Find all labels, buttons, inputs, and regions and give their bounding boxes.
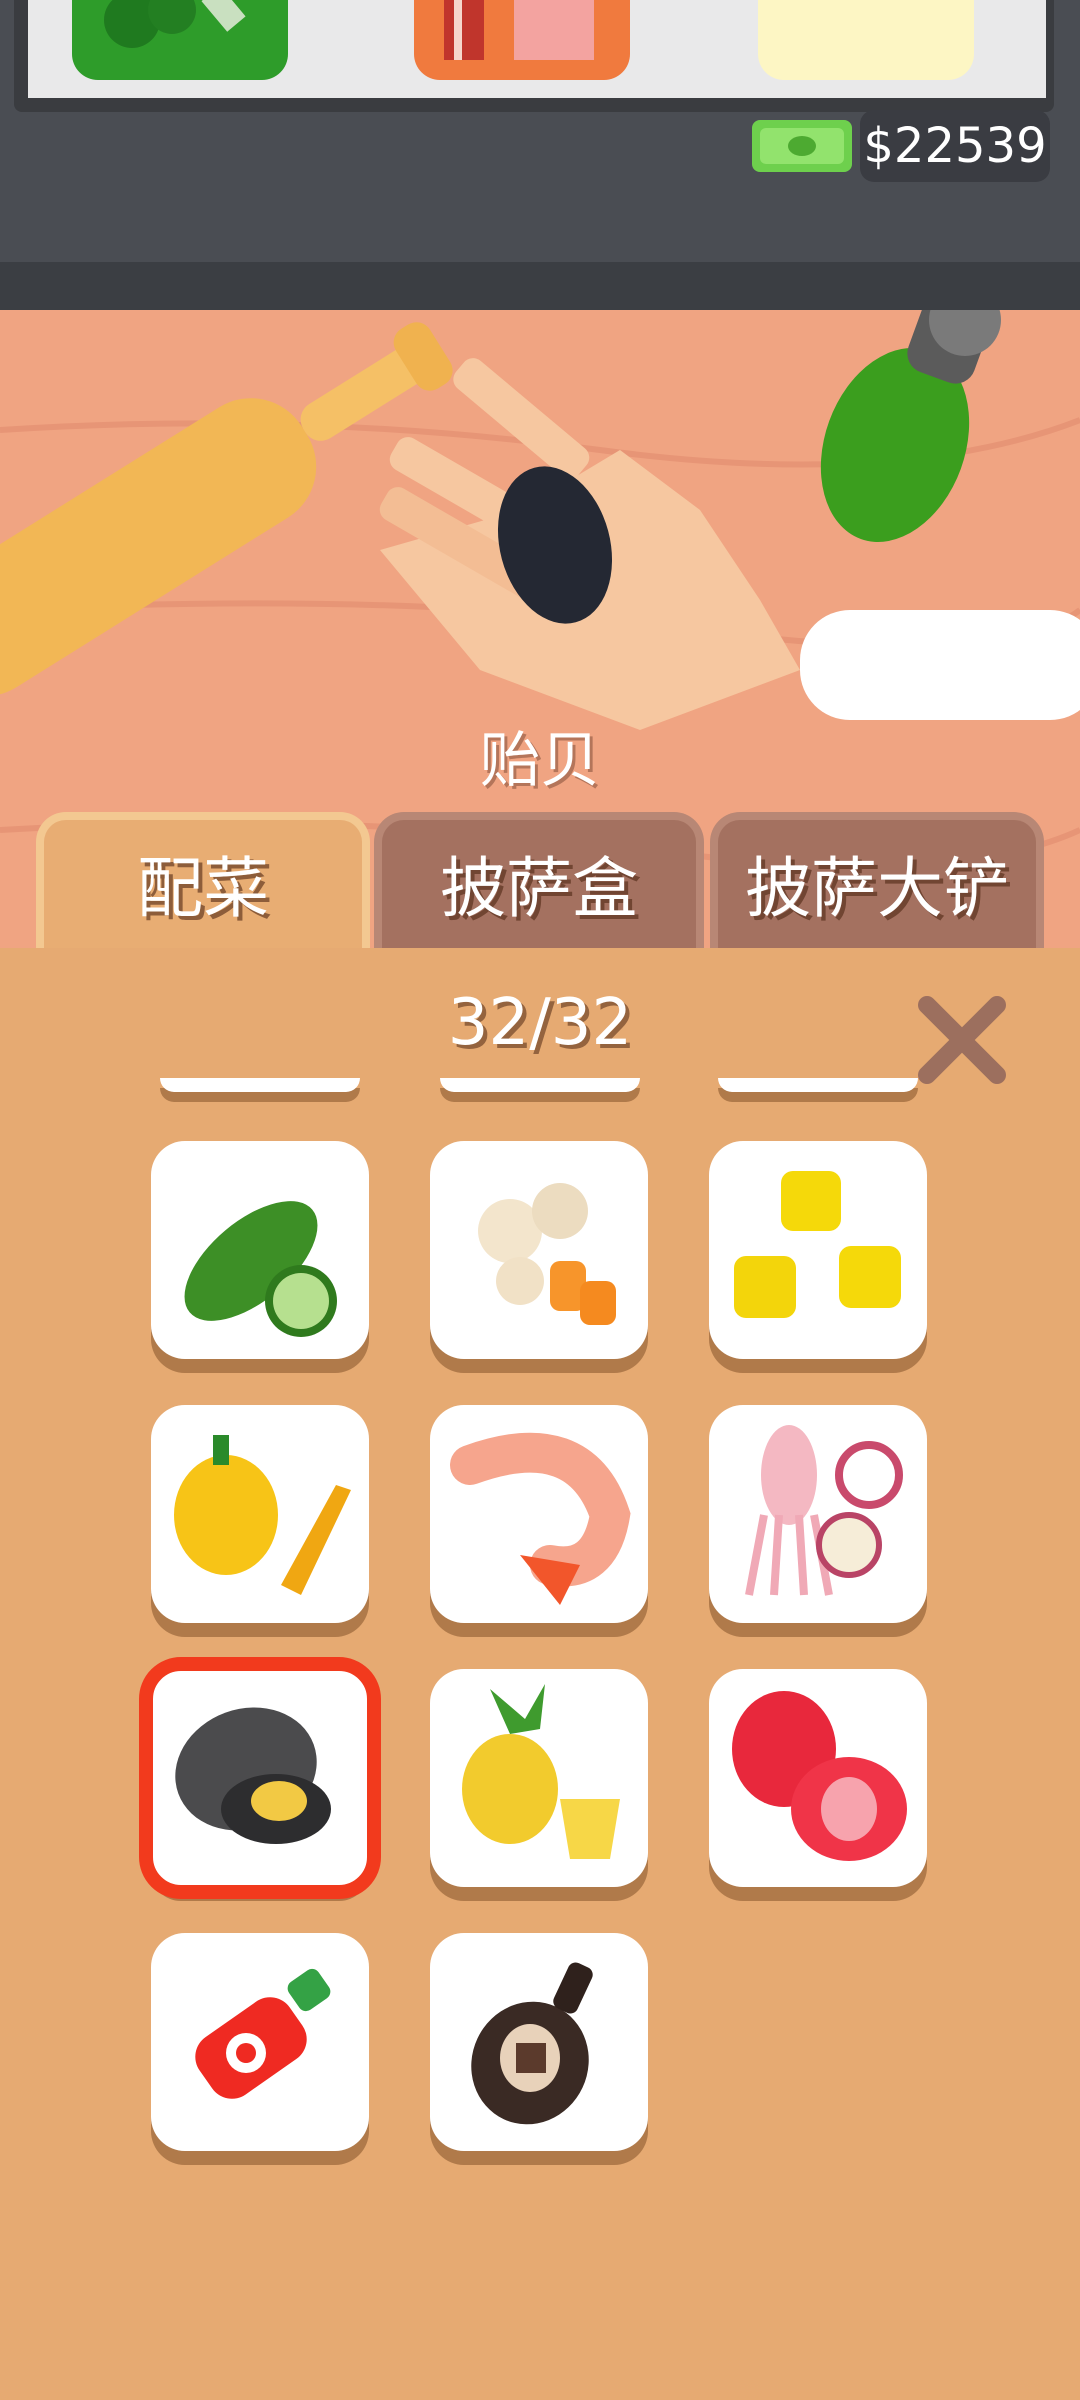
pineapple-icon[interactable] bbox=[430, 1669, 648, 1887]
hot-sauce-icon[interactable] bbox=[151, 1933, 369, 2151]
chocolate-syrup-icon[interactable] bbox=[430, 1933, 648, 2151]
tab-pizza-peel[interactable]: 披萨大铲 bbox=[710, 812, 1044, 950]
scrolled-tile bbox=[160, 1078, 360, 1092]
tab-pizza-box[interactable]: 披萨盒 bbox=[374, 812, 704, 950]
strawberry-icon[interactable] bbox=[709, 1669, 927, 1887]
shrimp-icon[interactable] bbox=[430, 1405, 648, 1623]
ingredient-name-label: 贻贝 bbox=[480, 726, 600, 796]
money-counter: $22539 bbox=[860, 110, 1050, 182]
bacon-bin[interactable] bbox=[414, 0, 630, 80]
zucchini-icon[interactable] bbox=[151, 1141, 369, 1359]
mussel-icon[interactable] bbox=[139, 1657, 381, 1899]
tab-toppings[interactable]: 配菜 bbox=[36, 812, 370, 950]
bell-pepper-icon[interactable] bbox=[151, 1405, 369, 1623]
corn-icon[interactable] bbox=[709, 1141, 927, 1359]
fridge-inner bbox=[28, 0, 1046, 98]
counter-edge bbox=[0, 262, 1080, 310]
squid-onion-icon[interactable] bbox=[709, 1405, 927, 1623]
close-icon[interactable] bbox=[912, 990, 1012, 1090]
cash-icon bbox=[752, 120, 852, 172]
scrolled-tile bbox=[440, 1078, 640, 1092]
scrolled-tile bbox=[718, 1078, 918, 1092]
mushroom-carrot-icon[interactable] bbox=[430, 1141, 648, 1359]
cheese-bin[interactable] bbox=[758, 0, 974, 80]
ingredient-fridge: $22539 bbox=[0, 0, 1080, 310]
broccoli-bin[interactable] bbox=[72, 0, 288, 80]
